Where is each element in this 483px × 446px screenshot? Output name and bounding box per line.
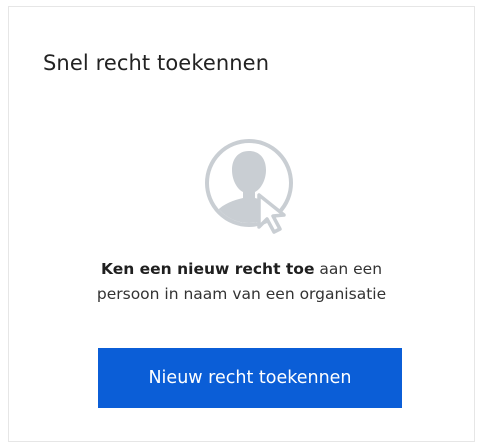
card-title: Snel recht toekennen — [43, 51, 270, 75]
quick-grant-card: Snel recht toekennen Ken een nieuw recht… — [8, 6, 475, 442]
description-bold-text: Ken een nieuw recht toe — [100, 260, 315, 278]
grant-new-right-button[interactable]: Nieuw recht toekennen — [98, 348, 402, 408]
description-text: aan een — [314, 260, 383, 278]
description-line-1: Ken een nieuw recht toe aan een — [9, 257, 474, 282]
user-pointer-icon — [199, 137, 309, 237]
description-line-2: persoon in naam van een organisatie — [96, 285, 387, 303]
card-description: Ken een nieuw recht toe aan een persoon … — [9, 257, 474, 307]
